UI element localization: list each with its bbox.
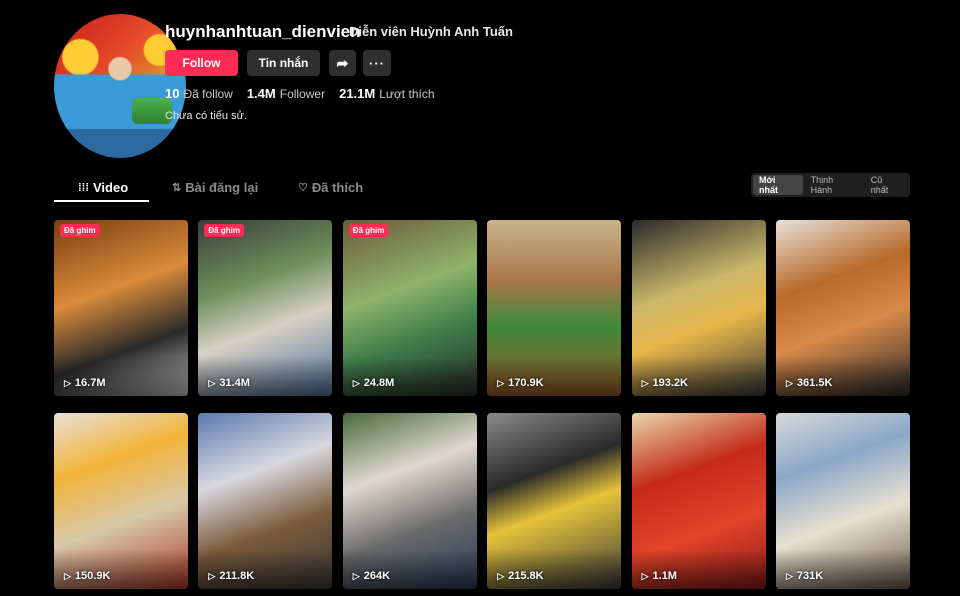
sort-selector: Mới nhất Thịnh Hành Cũ nhất — [751, 173, 910, 197]
video-card[interactable]: ▷ 361.5K — [776, 220, 910, 396]
play-icon: ▷ — [208, 377, 216, 388]
tab-label: Bài đăng lại — [185, 180, 259, 195]
thumbnail-shade — [631, 356, 766, 396]
pinned-badge: Đã ghim — [60, 224, 100, 237]
view-count-value: 31.4M — [219, 377, 250, 389]
play-icon: ▷ — [497, 570, 505, 581]
view-count-value: 361.5K — [796, 377, 833, 389]
view-count-value: 150.9K — [74, 570, 111, 582]
stat-followers[interactable]: 1.4M Follower — [247, 86, 325, 101]
play-icon: ▷ — [641, 377, 649, 388]
view-count: ▷ 264K — [353, 570, 390, 582]
stat-value: 21.1M — [339, 86, 376, 101]
thumbnail-shade — [487, 356, 622, 396]
video-card[interactable]: ▷ 211.8K — [198, 413, 333, 589]
video-card[interactable]: ▷ 264K — [342, 413, 477, 589]
heart-icon: ♡ — [298, 182, 308, 194]
stat-following[interactable]: 10 Đã follow — [165, 86, 233, 101]
tab-liked[interactable]: ♡ Đã thích — [298, 180, 363, 195]
video-card[interactable]: Đã ghim ▷ 31.4M — [198, 220, 333, 396]
more-icon: ··· — [369, 55, 385, 71]
more-button[interactable]: ··· — [363, 50, 391, 76]
thumbnail-shade — [54, 549, 188, 589]
video-card[interactable]: ▷ 193.2K — [631, 220, 766, 396]
stat-value: 1.4M — [246, 86, 276, 101]
sort-newest[interactable]: Mới nhất — [753, 175, 803, 195]
bio: Chưa có tiểu sử. — [165, 110, 247, 122]
play-icon: ▷ — [786, 377, 793, 388]
tab-label: Video — [93, 180, 129, 195]
play-icon: ▷ — [352, 377, 360, 388]
view-count-value: 264K — [363, 570, 391, 582]
view-count: ▷ 215.8K — [497, 570, 543, 582]
sort-trending[interactable]: Thịnh Hành — [805, 175, 863, 195]
username: huynhanhtuan_dienvien — [165, 22, 361, 41]
play-icon: ▷ — [641, 570, 649, 581]
thumbnail-shade — [198, 549, 333, 589]
thumbnail-shade — [342, 549, 477, 589]
thumbnail-shade — [631, 549, 766, 589]
pinned-badge: Đã ghim — [204, 224, 244, 237]
view-count: ▷ 731K — [786, 570, 823, 582]
view-count: ▷ 1.1M — [642, 570, 677, 582]
stat-label: Follower — [279, 87, 326, 101]
view-count: ▷ 31.4M — [208, 377, 250, 389]
thumbnail-shade — [487, 549, 622, 589]
follow-button[interactable]: Follow — [165, 50, 238, 76]
play-icon: ▷ — [497, 377, 505, 388]
video-card[interactable]: ▷ 1.1M — [631, 413, 766, 589]
message-button[interactable]: Tin nhắn — [247, 50, 320, 76]
video-card[interactable]: ▷ 150.9K — [54, 413, 188, 589]
view-count-value: 211.8K — [219, 570, 255, 582]
share-icon: ➦ — [336, 54, 349, 71]
view-count: ▷ 16.7M — [64, 377, 106, 389]
view-count-value: 170.9K — [508, 377, 544, 389]
video-card[interactable]: ▷ 170.9K — [487, 220, 622, 396]
stat-likes: 21.1M Lượt thích — [339, 86, 434, 101]
view-count-value: 24.8M — [363, 377, 395, 389]
stat-label: Lượt thích — [379, 87, 435, 101]
tab-label: Đã thích — [311, 180, 364, 195]
thumbnail-shade — [776, 549, 910, 589]
view-count: ▷ 193.2K — [642, 377, 688, 389]
sort-oldest[interactable]: Cũ nhất — [865, 175, 908, 195]
grid-icon: ⁞⁞⁞ — [78, 181, 89, 194]
pinned-badge: Đã ghim — [348, 224, 389, 237]
share-button[interactable]: ➦ — [329, 50, 356, 76]
tab-reposts[interactable]: ⇅ Bài đăng lại — [172, 180, 258, 195]
repost-icon: ⇅ — [172, 182, 182, 194]
view-count: ▷ 24.8M — [353, 377, 395, 389]
tab-underline — [54, 200, 149, 202]
view-count: ▷ 361.5K — [786, 377, 832, 389]
thumbnail-shade — [198, 356, 333, 396]
play-icon: ▷ — [64, 570, 71, 581]
video-card[interactable]: Đã ghim ▷ 24.8M — [342, 220, 477, 396]
stat-label: Đã follow — [183, 87, 233, 101]
view-count: ▷ 170.9K — [497, 377, 543, 389]
video-card[interactable]: ▷ 215.8K — [487, 413, 622, 589]
thumbnail-shade — [342, 356, 477, 396]
view-count-value: 193.2K — [652, 377, 688, 389]
video-card[interactable]: Đã ghim ▷ 16.7M — [54, 220, 188, 396]
view-count-value: 731K — [796, 570, 824, 582]
thumbnail-shade — [776, 356, 910, 396]
thumbnail-shade — [54, 356, 188, 396]
view-count-value: 215.8K — [508, 570, 544, 582]
play-icon: ▷ — [352, 570, 360, 581]
play-icon: ▷ — [208, 570, 216, 581]
video-card[interactable]: ▷ 731K — [776, 413, 910, 589]
tab-video[interactable]: ⁞⁞⁞ Video — [78, 180, 128, 195]
view-count: ▷ 150.9K — [64, 570, 110, 582]
play-icon: ▷ — [786, 570, 793, 581]
profile-stats: 10 Đã follow 1.4M Follower 21.1M Lượt thích — [165, 86, 435, 101]
play-icon: ▷ — [64, 377, 71, 388]
view-count: ▷ 211.8K — [208, 570, 254, 582]
stat-value: 10 — [165, 86, 180, 101]
display-name: Diễn viên Huỳnh Anh Tuấn — [349, 24, 513, 39]
view-count-value: 16.7M — [74, 377, 106, 389]
view-count-value: 1.1M — [652, 570, 677, 582]
